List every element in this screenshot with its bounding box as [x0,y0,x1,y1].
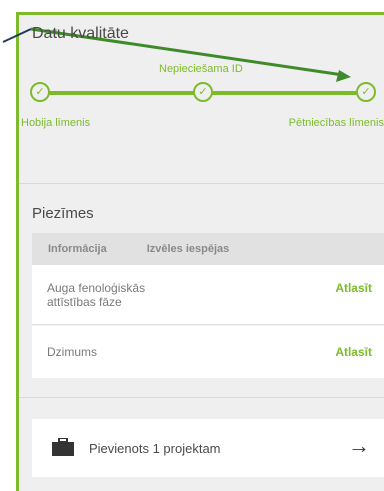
check-icon-casual: ✓ [30,82,50,102]
data-quality-title: Datu kvalitāte [32,25,129,42]
project-card[interactable]: Pievienots 1 projektam → [32,419,384,477]
select-button[interactable]: Atlasīt [335,281,372,295]
divider [19,397,384,398]
data-quality-meter: Nepieciešama ID ✓ ✓ ✓ Hobija līmenis Pēt… [19,63,384,153]
level-left-label: Hobija līmenis [21,117,91,129]
briefcase-icon [52,438,74,456]
row-label: Dzimums [47,345,97,359]
list-item[interactable]: Dzimums Atlasīt [32,326,384,378]
notes-title: Piezīmes [32,205,94,222]
tab-options[interactable]: Izvēles iespējas [147,243,230,255]
check-icon-research: ✓ [356,82,376,102]
notes-tabs: Informācija Izvēles iespējas [32,233,384,265]
row-label: Auga fenoloģiskās attīstības fāze [47,281,146,309]
observation-panel: Datu kvalitāte Nepieciešama ID ✓ ✓ ✓ Hob… [2,12,384,491]
check-icon-needs-id: ✓ [193,82,213,102]
tab-information[interactable]: Informācija [48,243,107,255]
arrow-right-icon[interactable]: → [348,435,370,457]
list-item[interactable]: Auga fenoloģiskās attīstības fāze Atlasī… [32,265,384,325]
divider [19,183,384,184]
required-id-label: Nepieciešama ID [159,63,243,75]
project-label: Pievienots 1 projektam [89,441,221,456]
select-button[interactable]: Atlasīt [335,345,372,359]
level-right-label: Pētniecības līmenis [288,117,384,129]
